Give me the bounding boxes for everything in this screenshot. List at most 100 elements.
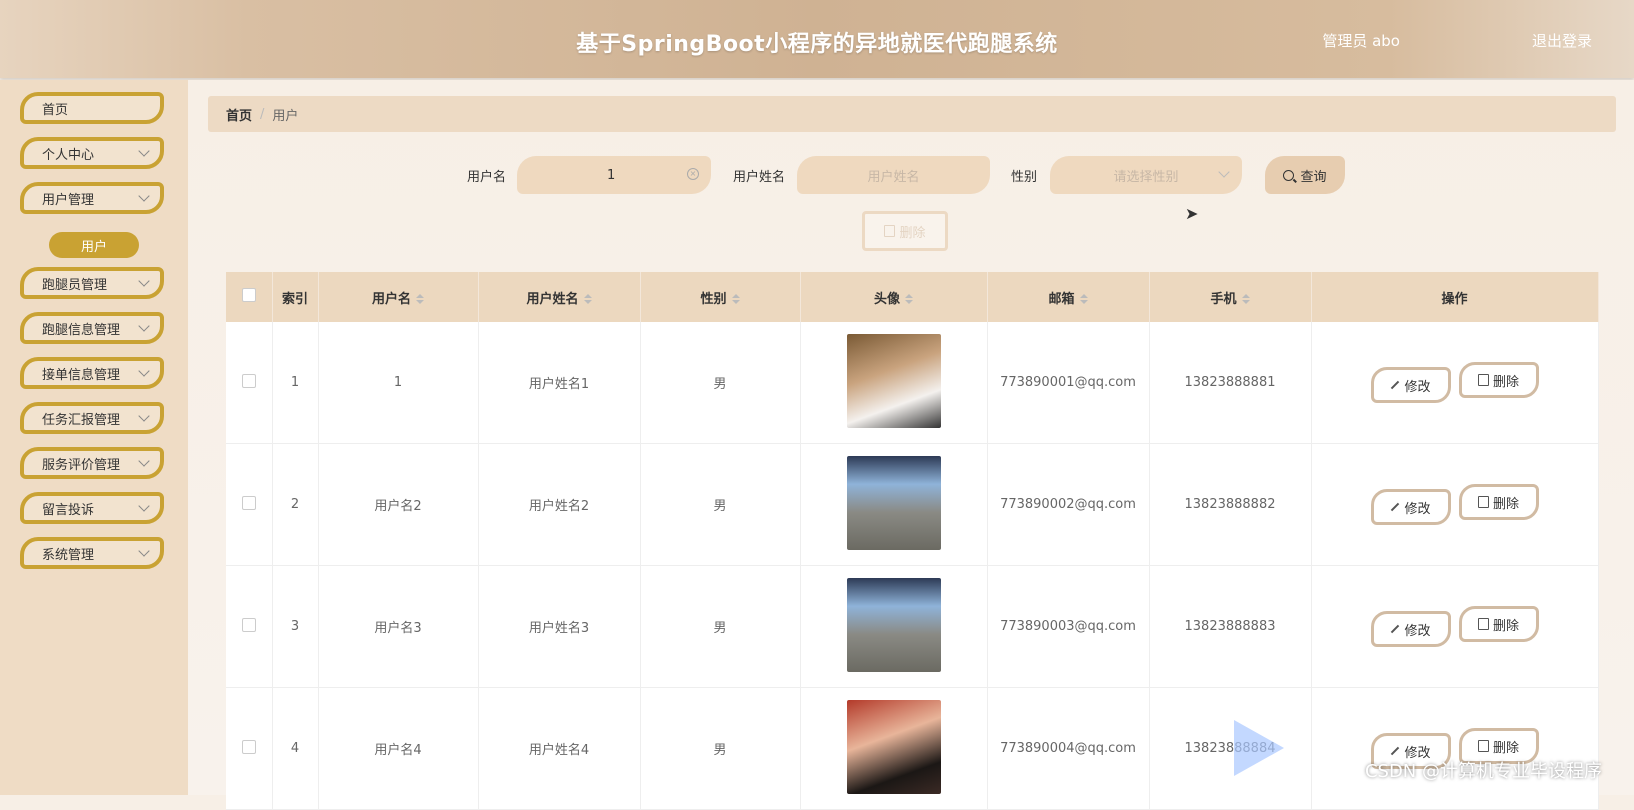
breadcrumb-home[interactable]: 首页 <box>226 105 252 124</box>
header-select-all[interactable] <box>226 272 273 322</box>
delete-button-label: 删除 <box>1492 740 1519 756</box>
sidebar-item-user-management[interactable]: 用户管理 <box>20 182 164 214</box>
row-select[interactable] <box>226 565 273 688</box>
cell-avatar <box>800 443 988 566</box>
sidebar-item-label: 留言投诉 <box>42 502 95 518</box>
cell-actions: 修改 删除 <box>1311 322 1599 444</box>
sidebar-item-errand-info[interactable]: 跑腿信息管理 <box>20 312 164 344</box>
watermark: CSDN @计算机专业毕设程序 <box>1364 761 1602 782</box>
checkbox[interactable] <box>241 617 256 632</box>
edit-button[interactable]: 修改 <box>1370 367 1451 403</box>
cell-gender: 男 <box>640 443 801 566</box>
logout-link[interactable]: 退出登录 <box>1532 30 1592 51</box>
name-input[interactable]: 用户姓名 <box>797 156 990 194</box>
row-select[interactable] <box>226 322 273 444</box>
checkbox[interactable] <box>241 739 256 754</box>
chevron-down-icon <box>138 190 150 202</box>
checkbox[interactable] <box>241 373 256 388</box>
delete-button[interactable]: 删除 <box>1458 484 1539 520</box>
header-username[interactable]: 用户名 <box>318 272 479 322</box>
cell-username: 用户名2 <box>318 443 479 566</box>
cell-email: 773890001@qq.com <box>987 322 1150 444</box>
cell-name: 用户姓名4 <box>478 687 641 810</box>
edit-button-label: 修改 <box>1404 501 1431 517</box>
sort-icon[interactable] <box>583 294 592 304</box>
edit-icon <box>1391 624 1400 634</box>
delete-button-label: 删除 <box>1492 496 1519 512</box>
chevron-down-icon <box>138 410 150 422</box>
sidebar-item-runner-management[interactable]: 跑腿员管理 <box>20 267 164 299</box>
sort-icon[interactable] <box>1241 294 1250 304</box>
cell-actions: 修改 删除 <box>1311 565 1599 688</box>
edit-button-label: 修改 <box>1404 623 1431 639</box>
sidebar-item-home[interactable]: 首页 <box>20 92 164 124</box>
edit-button[interactable]: 修改 <box>1370 489 1451 525</box>
sidebar: 首页 个人中心 用户管理 用户 跑腿员管理 跑腿信息管理 接单信息管理 任务汇报… <box>0 80 188 795</box>
sidebar-item-label: 服务评价管理 <box>42 457 121 473</box>
sidebar-item-order-info[interactable]: 接单信息管理 <box>20 357 164 389</box>
batch-delete-button[interactable]: 删除 <box>862 211 948 251</box>
cell-phone: 13823888882 <box>1149 443 1312 566</box>
breadcrumb-current: 用户 <box>272 108 299 124</box>
chevron-down-icon <box>138 320 150 332</box>
cell-gender: 男 <box>640 687 801 810</box>
sidebar-item-service-review[interactable]: 服务评价管理 <box>20 447 164 479</box>
table-row: 1 1 用户姓名1 男 773890001@qq.com 13823888881… <box>226 322 1599 444</box>
cell-phone: 13823888883 <box>1149 565 1312 688</box>
header-gender[interactable]: 性别 <box>640 272 801 322</box>
cell-username: 1 <box>318 322 479 444</box>
cell-phone: 13823888884 <box>1149 687 1312 810</box>
header-avatar[interactable]: 头像 <box>800 272 988 322</box>
query-button[interactable]: 查询 <box>1265 156 1345 194</box>
cell-name: 用户姓名1 <box>478 322 641 444</box>
sidebar-item-complaints[interactable]: 留言投诉 <box>20 492 164 524</box>
cell-index: 2 <box>272 443 319 566</box>
sort-icon[interactable] <box>731 294 740 304</box>
sidebar-item-system[interactable]: 系统管理 <box>20 537 164 569</box>
name-input-placeholder: 用户姓名 <box>867 169 920 185</box>
trash-icon <box>1477 618 1489 630</box>
edit-button-label: 修改 <box>1404 379 1431 395</box>
sort-icon[interactable] <box>1079 294 1088 304</box>
clear-icon[interactable]: × <box>687 168 699 180</box>
gender-select[interactable]: 请选择性别 <box>1050 156 1242 194</box>
user-table: 索引 用户名 用户姓名 性别 头像 邮箱 手机 操作 1 1 用户姓名1 男 7… <box>226 272 1599 810</box>
cell-avatar <box>800 322 988 444</box>
avatar <box>846 455 941 550</box>
cell-avatar <box>800 687 988 810</box>
sort-icon[interactable] <box>905 294 913 304</box>
edit-icon <box>1391 502 1400 512</box>
gender-select-placeholder: 请选择性别 <box>1113 169 1179 185</box>
header-phone[interactable]: 手机 <box>1149 272 1312 322</box>
header-label: 邮箱 <box>1048 291 1075 307</box>
mouse-cursor-icon: ➤ <box>1185 204 1199 223</box>
edit-button[interactable]: 修改 <box>1370 611 1451 647</box>
username-label: 用户名 <box>467 170 507 185</box>
delete-button[interactable]: 删除 <box>1458 362 1539 398</box>
username-input[interactable]: 1 × <box>517 156 711 194</box>
chevron-down-icon <box>138 455 150 467</box>
header-name[interactable]: 用户姓名 <box>478 272 641 322</box>
sidebar-item-label: 跑腿信息管理 <box>42 322 121 338</box>
checkbox[interactable] <box>241 288 256 302</box>
search-icon <box>1283 169 1295 181</box>
delete-button[interactable]: 删除 <box>1458 606 1539 642</box>
chevron-down-icon <box>138 145 150 157</box>
sidebar-subitem-user[interactable]: 用户 <box>49 232 139 258</box>
header-email[interactable]: 邮箱 <box>987 272 1150 322</box>
row-select[interactable] <box>226 687 273 810</box>
header-label: 手机 <box>1210 291 1237 307</box>
avatar <box>846 577 941 672</box>
row-select[interactable] <box>226 443 273 566</box>
sidebar-item-profile[interactable]: 个人中心 <box>20 137 164 169</box>
sidebar-item-label: 个人中心 <box>42 147 95 163</box>
delete-button-label: 删除 <box>1492 374 1519 390</box>
sort-icon[interactable] <box>416 294 424 304</box>
delete-button-label: 删除 <box>1492 618 1519 634</box>
sidebar-item-label: 首页 <box>42 102 69 118</box>
sidebar-item-task-report[interactable]: 任务汇报管理 <box>20 402 164 434</box>
checkbox[interactable] <box>241 495 256 510</box>
top-header: 基于SpringBoot小程序的异地就医代跑腿系统 管理员 abo 退出登录 <box>0 0 1634 78</box>
header-label: 用户姓名 <box>526 291 579 307</box>
cell-actions: 修改 删除 <box>1311 443 1599 566</box>
